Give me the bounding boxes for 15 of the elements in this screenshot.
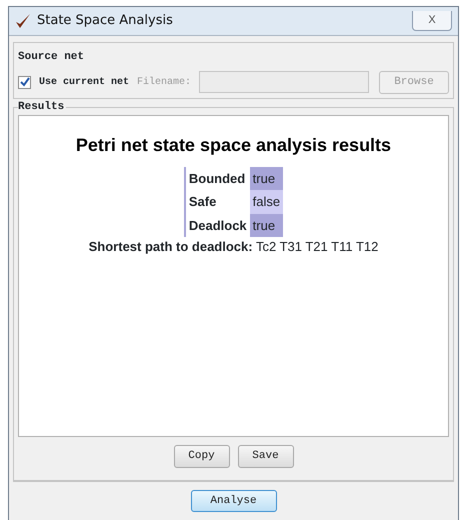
window-title: State Space Analysis [37, 12, 173, 30]
field-label: Filename: [137, 76, 192, 90]
row-value: true [250, 214, 284, 237]
checkbox-label: Use current net [39, 76, 130, 90]
path-text: Shortest path to deadlock: Tc2 T31 T21 T11 T12 [88, 238, 378, 256]
group-label: Results [18, 100, 66, 112]
close-button[interactable]: X [412, 11, 452, 31]
analyse-button[interactable]: Analyse [190, 490, 276, 512]
row-value: true [250, 166, 284, 190]
checkmark-icon [15, 13, 31, 29]
checkbox[interactable] [18, 76, 31, 89]
row-value: false [250, 190, 284, 214]
action-button[interactable]: Copy [174, 445, 230, 468]
action-button[interactable]: Save [238, 445, 294, 468]
results-heading: Petri net state space analysis results [76, 134, 392, 157]
